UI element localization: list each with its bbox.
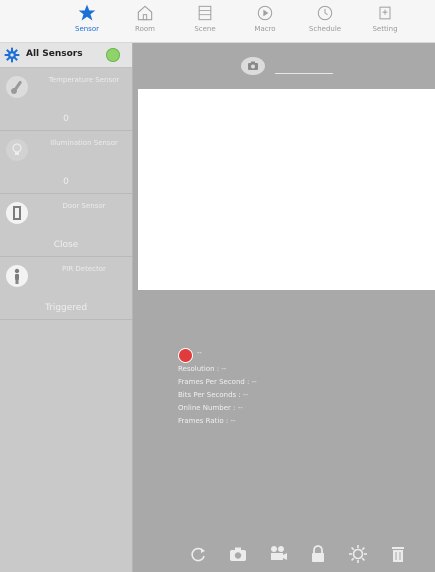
tab-label: Room [135,25,155,33]
settings-icon[interactable] [347,543,369,565]
setting-icon [379,6,391,20]
camera-name-underline [275,73,333,74]
camera-switch-button[interactable] [241,57,265,75]
record-status: -- [178,345,418,363]
tab-label: Setting [372,25,398,33]
tab-schedule[interactable]: Schedule [294,3,356,41]
schedule-icon [317,5,333,21]
lock-icon[interactable] [307,543,329,565]
online-number-text: Online Number : -- [178,404,243,412]
bulb-icon [6,139,28,161]
video-view[interactable] [138,89,435,290]
fps-text: Frames Per Second : -- [178,378,257,386]
camera-icon [248,61,258,70]
sensor-item-illumination[interactable]: Illumination Sensor 0 [0,131,132,194]
sensor-name: PIR Detector [62,265,106,273]
refresh-icon[interactable] [187,543,209,565]
record-status-text: -- [197,350,202,357]
camera-panel: -- Resolution : -- Frames Per Second : -… [133,43,435,572]
thermometer-icon [6,76,28,98]
person-icon [6,265,28,287]
record-dot-icon [178,348,193,363]
camera-toolbar [187,543,407,567]
sensor-value: 0 [63,177,69,187]
star-icon [78,4,96,21]
door-icon [6,202,28,224]
trash-icon[interactable] [387,543,409,565]
online-status-dot [106,48,120,62]
tab-room[interactable]: Room [114,3,176,41]
sensor-name: Illumination Sensor [50,139,118,147]
tab-sensor[interactable]: Sensor [56,3,118,41]
tab-label: Schedule [308,25,342,33]
sensor-item-temperature[interactable]: Temperature Sensor 0 [0,68,132,131]
gear-icon [4,47,20,63]
sensor-name: Temperature Sensor [48,76,120,84]
record-video-icon[interactable] [267,543,289,565]
camera-info: -- Resolution : -- Frames Per Second : -… [178,345,418,428]
tab-scene[interactable]: Scene [174,3,236,41]
home-icon [137,5,153,21]
snapshot-icon[interactable] [227,543,249,565]
resolution-text: Resolution : -- [178,365,227,373]
sensor-item-door[interactable]: Door Sensor Close [0,194,132,257]
macro-icon [257,5,273,21]
sensor-value: Triggered [44,303,88,313]
tab-setting[interactable]: Setting [354,3,416,41]
bitrate-text: Bits Per Seconds : -- [178,391,249,399]
sensor-value: Close [53,240,79,250]
all-sensors-header[interactable]: All Sensors [0,43,132,68]
tab-macro[interactable]: Macro [234,3,296,41]
sensor-item-pir[interactable]: PIR Detector Triggered [0,257,132,320]
tab-label: Scene [194,25,216,33]
frames-ratio-text: Frames Ratio : -- [178,417,236,425]
sensor-sidebar: All Sensors Temperature Sensor 0 Illumin… [0,43,133,572]
sidebar-title: All Sensors [26,49,83,59]
tab-label: Macro [254,25,276,33]
sensor-name: Door Sensor [62,202,106,210]
scene-icon [198,5,212,21]
tab-bar: Sensor Room Scene Macro Schedule Setting [0,0,435,43]
tab-label: Sensor [75,25,99,33]
sensor-value: 0 [63,114,69,124]
